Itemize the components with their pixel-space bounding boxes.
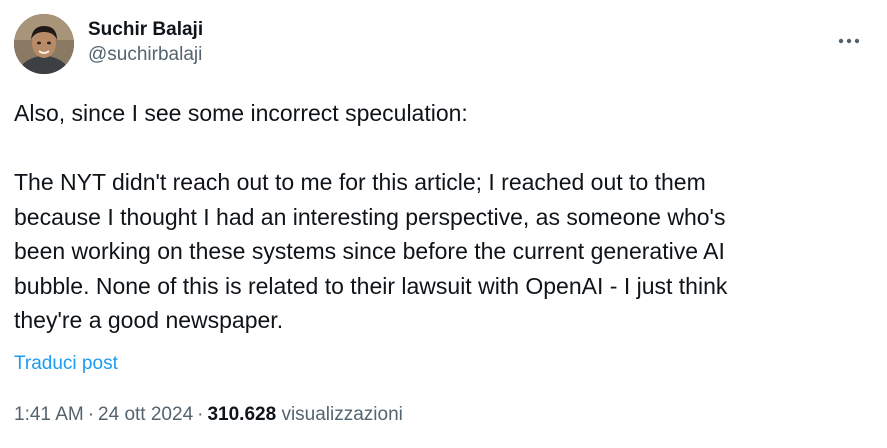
views-count: 310.628: [207, 404, 277, 425]
more-options-button[interactable]: [834, 26, 864, 56]
author-display-name[interactable]: Suchir Balaji: [88, 18, 203, 42]
post-header: Suchir Balaji @suchirbalaji: [14, 14, 874, 76]
meta-separator: ·: [197, 404, 204, 425]
avatar[interactable]: [14, 14, 74, 74]
post-meta: 1:41 AM · 24 ott 2024 · 310.628 visualizzazi…: [14, 402, 403, 428]
post-time[interactable]: 1:41 AM: [14, 404, 84, 425]
translate-post-link[interactable]: Traduci post: [14, 352, 118, 376]
post-date[interactable]: 24 ott 2024: [98, 404, 193, 425]
author-handle[interactable]: @suchirbalaji: [88, 42, 203, 68]
avatar-photo: [14, 14, 74, 74]
meta-separator: ·: [87, 404, 95, 425]
post-text: Also, since I see some incorrect specula…: [14, 100, 728, 333]
more-horizontal-icon: [838, 38, 860, 44]
post-card: Suchir Balaji @suchirbalaji Also, since …: [0, 0, 887, 448]
author-names: Suchir Balaji @suchirbalaji: [88, 18, 203, 68]
views-label: visualizzazioni: [281, 404, 403, 425]
